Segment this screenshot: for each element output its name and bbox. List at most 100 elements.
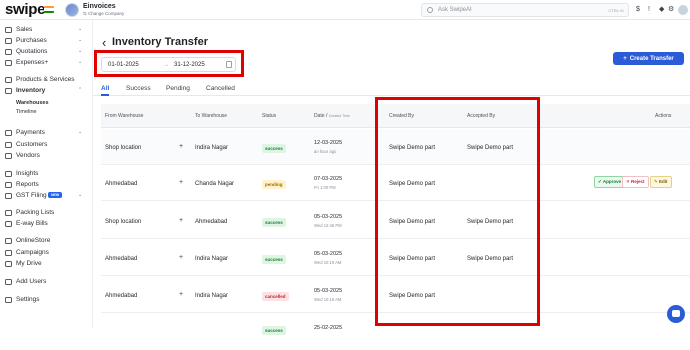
top-bar: swipe Einvoices ⇆ Change Company Ask Swi… [0,0,690,20]
gst-icon [5,193,12,199]
sidebar-item-expenses[interactable]: Expenses+ ⌄ [0,58,93,68]
sidebar-item-settings[interactable]: Settings [0,295,93,305]
sidebar-item-label: GST Filing [16,192,47,199]
sidebar-item-eway-bills[interactable]: E-way Bills [0,219,93,229]
sidebar-item-label: OnlineStore [16,237,51,244]
sidebar-item-quotations[interactable]: Quotations ⌄ [0,47,93,57]
transfer-date: 05-03-2025 [314,251,343,257]
col-status: Status [262,113,277,119]
sidebar-item-vendors[interactable]: Vendors [0,151,93,161]
sidebar-subitem-timeline[interactable]: Timeline [16,109,37,115]
sidebar-item-label: Settings [16,296,40,303]
transfer-time: Wed 10:19 AM [314,260,342,265]
sidebar-item-sales[interactable]: Sales ⌄ [0,25,93,35]
sidebar-subitem-warehouses[interactable]: Warehouses [16,100,49,106]
sidebar-item-label: Quotations [16,48,48,55]
sidebar-item-reports[interactable]: Reports [0,180,93,190]
packing-icon [5,210,12,216]
sidebar-item-payments[interactable]: Payments ⌄ [0,128,93,138]
chevron-down-icon: ⌄ [78,26,83,32]
sidebar-item-customers[interactable]: Customers [0,140,93,150]
gear-icon [5,297,12,303]
sidebar-item-products[interactable]: Products & Services [0,75,93,85]
expenses-icon [5,60,12,66]
transfer-time: Wed 10:19 AM [314,297,342,302]
sidebar-item-gst-filing[interactable]: GST Filing NEW ⌄ [0,191,93,201]
status-badge: pending [262,180,286,189]
chevron-down-icon: ⌄ [78,37,83,43]
sidebar-item-add-users[interactable]: Add Users [0,277,93,287]
status-badge: cancelled [262,292,289,301]
transfer-icon: + [179,143,184,150]
chevron-down-icon: ⌄ [78,59,83,65]
tab-cancelled[interactable]: Cancelled [206,85,235,92]
sidebar-item-label: E-way Bills [16,220,48,227]
transfer-date: 25-02-2025 [314,325,343,331]
insights-icon [5,171,12,177]
sidebar-item-label: Products & Services [16,76,75,83]
highlight-box-created-accepted [375,97,540,326]
warning-icon[interactable]: ! [648,5,650,15]
approve-button[interactable]: ✔ Approve [594,176,626,188]
dollar-icon[interactable]: $ [636,5,640,15]
edit-button[interactable]: ✎ Edit [650,176,672,188]
products-icon [5,77,12,83]
create-transfer-label: Create Transfer [629,55,674,62]
purchases-icon [5,38,12,44]
inventory-icon [5,88,12,94]
sidebar-item-my-drive[interactable]: My Drive [0,259,93,269]
transfer-time: an hour ago [314,149,337,154]
status-badge: success [262,326,286,335]
sidebar: Sales ⌄ Purchases ⌄ Quotations ⌄ Expense… [0,20,93,328]
sidebar-item-label: My Drive [16,260,42,267]
chat-support-button[interactable] [667,305,685,323]
swipe-logo[interactable]: swipe [5,1,45,18]
transfer-icon: + [179,179,184,186]
from-warehouse: Ahmedabad [105,181,138,187]
search-icon [427,7,433,13]
col-actions: Actions [655,113,672,119]
col-date: Date / Created Time [314,113,350,119]
sidebar-item-onlinestore[interactable]: OnlineStore [0,236,93,246]
create-transfer-button[interactable]: + Create Transfer [613,52,684,65]
to-warehouse: Indira Nagar [195,293,229,299]
company-avatar[interactable] [65,3,79,17]
chevron-down-icon: ⌄ [78,48,83,54]
sidebar-item-label: Customers [16,141,48,148]
chevron-down-icon: ⌄ [78,129,83,135]
bell-icon[interactable]: ◆ [659,5,664,15]
company-name[interactable]: Einvoices [83,3,116,10]
user-avatar[interactable] [678,5,688,15]
store-icon [5,238,12,244]
back-chevron-icon[interactable]: ‹ [102,35,106,50]
active-tab-indicator [101,94,109,96]
sidebar-item-label: Add Users [16,278,47,285]
to-warehouse: Indira Nagar [195,256,229,262]
sidebar-item-packing-lists[interactable]: Packing Lists [0,208,93,218]
transfer-icon: + [179,217,184,224]
chevron-down-icon: ⌄ [78,192,83,198]
status-badge: success [262,144,286,153]
transfer-date: 05-03-2025 [314,214,343,220]
payments-icon [5,130,12,136]
settings-icon[interactable]: ⚙ [668,5,674,15]
tab-success[interactable]: Success [126,85,151,92]
to-warehouse: Indira Nagar [195,145,229,151]
sidebar-item-insights[interactable]: Insights [0,169,93,179]
transfer-icon: + [179,254,184,261]
transfer-date: 12-03-2025 [314,140,343,146]
sidebar-item-label: Packing Lists [16,209,55,216]
reject-button[interactable]: ✕ Reject [622,176,649,188]
chevron-up-icon: ⌃ [78,87,83,93]
sidebar-item-purchases[interactable]: Purchases ⌄ [0,36,93,46]
tab-all[interactable]: All [101,85,109,92]
customers-icon [5,142,12,148]
sidebar-item-inventory[interactable]: Inventory ⌃ [0,86,93,96]
status-badge: success [262,218,286,227]
change-company-link[interactable]: ⇆ Change Company [83,11,124,17]
tab-pending[interactable]: Pending [166,85,190,92]
sidebar-item-campaigns[interactable]: Campaigns [0,248,93,258]
drive-icon [5,261,12,267]
search-placeholder: Ask SwipeAI [438,7,472,13]
search-input[interactable]: Ask SwipeAI CTRL+K [421,3,629,17]
